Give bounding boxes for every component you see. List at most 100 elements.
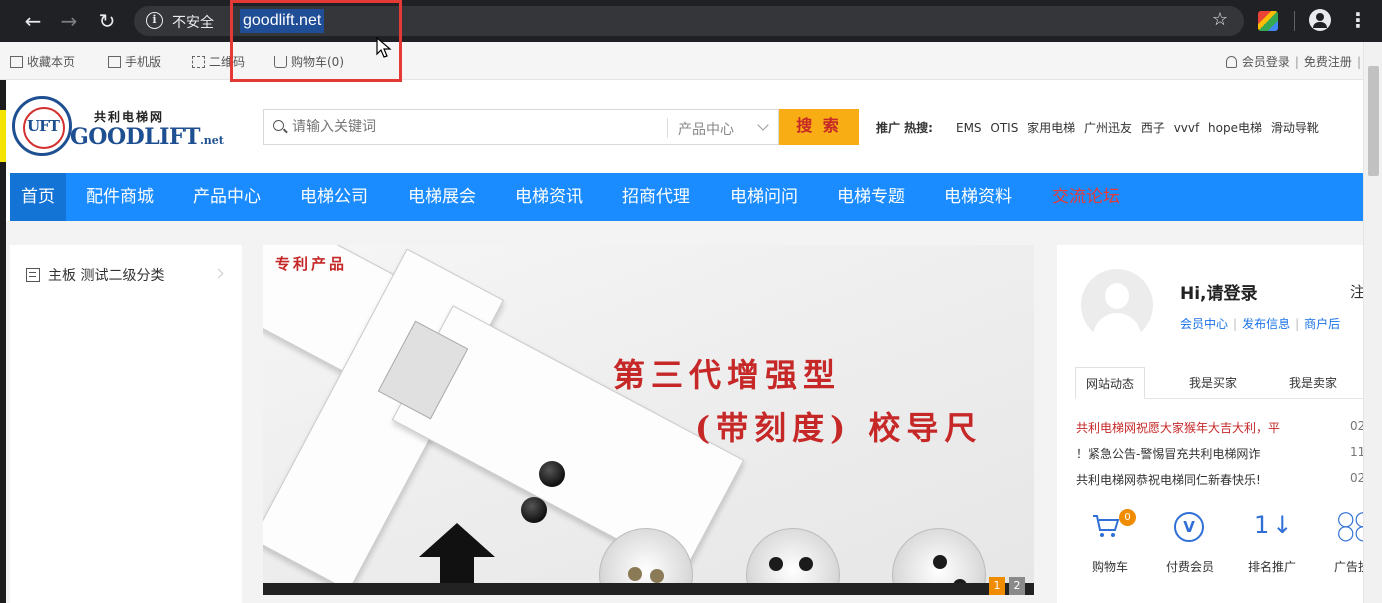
hot-search-label: 推广 热搜: — [876, 121, 933, 135]
qrcode-label: 二维码 — [209, 55, 246, 69]
url-text[interactable]: goodlift.net — [240, 9, 325, 33]
nav-item-forum[interactable]: 交流论坛 — [1052, 173, 1120, 221]
banner-title-line1: 第三代增强型 — [613, 356, 842, 394]
mobile-label: 手机版 — [125, 55, 162, 69]
cart-link[interactable]: 购物车(0) — [274, 53, 344, 70]
quick-link-ads[interactable]: 广告投 — [1317, 558, 1363, 575]
category-item[interactable]: 主板 测试二级分类 — [26, 265, 164, 285]
banner-tag: 专利产品 — [275, 255, 348, 273]
mobile-version-link[interactable]: 手机版 — [108, 53, 161, 70]
user-links: 会员中心 | 发布信息 | 商户后 — [1180, 317, 1341, 331]
bookmark-star-icon[interactable]: ☆ — [1212, 9, 1228, 30]
tab-site-news[interactable]: 网站动态 — [1075, 367, 1146, 399]
chevron-down-icon[interactable] — [757, 119, 769, 131]
qrcode-icon — [192, 56, 205, 68]
cart-small-icon — [274, 56, 287, 68]
knob — [539, 461, 565, 487]
nav-item-home[interactable]: 首页 — [10, 173, 66, 221]
mobile-icon — [108, 56, 121, 68]
extension-icon[interactable] — [1258, 11, 1278, 31]
top-utility-bar: 收藏本页 手机版 二维码 购物车(0) 会员登录|免费注册|忘 — [0, 42, 1382, 80]
category-label: 主板 测试二级分类 — [48, 268, 165, 284]
bookmark-page-link[interactable]: 收藏本页 — [10, 53, 75, 70]
knob — [521, 497, 547, 523]
banner-slider[interactable]: 专利产品 第三代增强型 (带刻度) 校导尺 1 2 — [263, 245, 1034, 595]
post-info-link[interactable]: 发布信息 — [1242, 317, 1290, 331]
security-status[interactable]: 不安全 — [172, 12, 214, 32]
search-input[interactable] — [292, 119, 652, 135]
avatar[interactable] — [1081, 269, 1153, 341]
category-panel: 主板 测试二级分类 — [10, 245, 242, 603]
nav-item-resources[interactable]: 电梯资料 — [944, 173, 1012, 221]
hot-word-link[interactable]: OTIS — [990, 121, 1018, 135]
nav-item-exhibitions[interactable]: 电梯展会 — [408, 173, 476, 221]
hot-word-link[interactable]: 西子 — [1141, 121, 1165, 135]
slider-page-1[interactable]: 1 — [989, 577, 1005, 595]
hot-word-link[interactable]: 家用电梯 — [1027, 121, 1075, 135]
nav-item-topics[interactable]: 电梯专题 — [837, 173, 905, 221]
hot-word-link[interactable]: 滑动导靴 — [1271, 121, 1319, 135]
login-link[interactable]: 会员登录 — [1242, 55, 1290, 69]
nav-item-products[interactable]: 产品中心 — [193, 173, 261, 221]
news-date: 02 — [1350, 471, 1363, 485]
search-icon — [273, 120, 284, 131]
cart-icon[interactable] — [1091, 513, 1121, 539]
cart-link-label: 购物车(0) — [291, 55, 344, 69]
search-button[interactable]: 搜 索 — [779, 109, 859, 145]
logo-emblem[interactable]: UFT — [12, 96, 72, 156]
address-bar[interactable]: i 不安全 goodlift.net ☆ — [134, 6, 1244, 36]
hot-word-link[interactable]: 广州迅友 — [1084, 121, 1132, 135]
news-date: 02 — [1350, 419, 1363, 433]
quick-link-rank[interactable]: 排名推广 — [1237, 558, 1307, 575]
reload-icon[interactable]: ↻ — [94, 8, 120, 34]
logo-text-cn[interactable]: 共利电梯网 — [94, 108, 164, 125]
tab-seller[interactable]: 我是卖家 — [1289, 367, 1337, 399]
login-greeting[interactable]: Hi,请登录 — [1180, 279, 1258, 304]
panel-tabs: 网站动态 我是买家 我是卖家 — [1075, 367, 1363, 399]
info-icon[interactable]: i — [146, 12, 163, 29]
site-header: UFT 共利电梯网 GOODLIFT.net 产品中心 搜 索 推广 热搜: E… — [6, 80, 1382, 173]
search-category-select[interactable]: 产品中心 — [678, 119, 734, 139]
hot-search-words: EMS OTIS 家用电梯 广州迅友 西子 vvvf hope电梯 滑动导靴 — [956, 119, 1324, 136]
toolbar-divider — [1294, 11, 1295, 31]
banner-caption-bar — [263, 583, 1034, 595]
hot-word-link[interactable]: EMS — [956, 121, 982, 135]
tab-buyer[interactable]: 我是买家 — [1189, 367, 1237, 399]
main-nav: 首页 配件商城 产品中心 电梯公司 电梯展会 电梯资讯 招商代理 电梯问问 电梯… — [10, 173, 1363, 221]
account-links: 会员登录|免费注册|忘 — [1225, 53, 1378, 70]
more-menu-icon[interactable]: ⋮ — [1348, 8, 1368, 34]
news-item[interactable]: ！紧急公告-警惕冒充共利电梯网诈 11 — [1076, 445, 1363, 462]
arrow-up-icon — [419, 523, 495, 557]
nav-item-news[interactable]: 电梯资讯 — [515, 173, 583, 221]
user-panel: Hi,请登录 注 会员中心 | 发布信息 | 商户后 网站动态 我是买家 我是卖家 共利… — [1057, 245, 1363, 603]
register-shortcut[interactable]: 注 — [1350, 281, 1363, 302]
rank-promotion-icon[interactable]: 1↓ — [1254, 511, 1295, 539]
chevron-right-icon[interactable] — [213, 268, 224, 279]
hot-word-link[interactable]: vvvf — [1174, 121, 1200, 135]
quick-link-vip[interactable]: 付费会员 — [1155, 558, 1225, 575]
nav-item-qa[interactable]: 电梯问问 — [730, 173, 798, 221]
hot-word-link[interactable]: hope电梯 — [1208, 121, 1262, 135]
search-box: 产品中心 — [263, 109, 779, 145]
page-scrollbar[interactable] — [1363, 42, 1382, 603]
quick-link-cart[interactable]: 购物车 — [1075, 558, 1145, 575]
ad-placement-icon[interactable]: ○○○○ — [1337, 508, 1363, 542]
register-link[interactable]: 免费注册 — [1304, 55, 1352, 69]
nav-item-agency[interactable]: 招商代理 — [622, 173, 690, 221]
merchant-link[interactable]: 商户后 — [1304, 317, 1340, 331]
vip-member-icon[interactable]: V — [1174, 512, 1204, 542]
browser-toolbar: ← → ↻ i 不安全 goodlift.net ☆ ⋮ — [0, 0, 1382, 42]
nav-item-companies[interactable]: 电梯公司 — [300, 173, 368, 221]
logo-text-en[interactable]: GOODLIFT.net — [70, 124, 224, 150]
slider-page-2[interactable]: 2 — [1009, 577, 1025, 595]
back-arrow-icon[interactable]: ← — [20, 8, 46, 34]
scrollbar-thumb[interactable] — [1368, 66, 1379, 176]
news-item[interactable]: 共利电梯网恭祝电梯同仁新春快乐! 02 — [1076, 471, 1363, 488]
member-center-link[interactable]: 会员中心 — [1180, 317, 1228, 331]
nav-item-parts-mall[interactable]: 配件商城 — [86, 173, 154, 221]
qrcode-link[interactable]: 二维码 — [192, 53, 245, 70]
forward-arrow-icon[interactable]: → — [56, 8, 82, 34]
news-item[interactable]: 共利电梯网祝愿大家猴年大吉大利，平 02 — [1076, 419, 1363, 436]
profile-icon[interactable] — [1309, 9, 1331, 31]
banner-title-line2: (带刻度) 校导尺 — [695, 409, 983, 447]
